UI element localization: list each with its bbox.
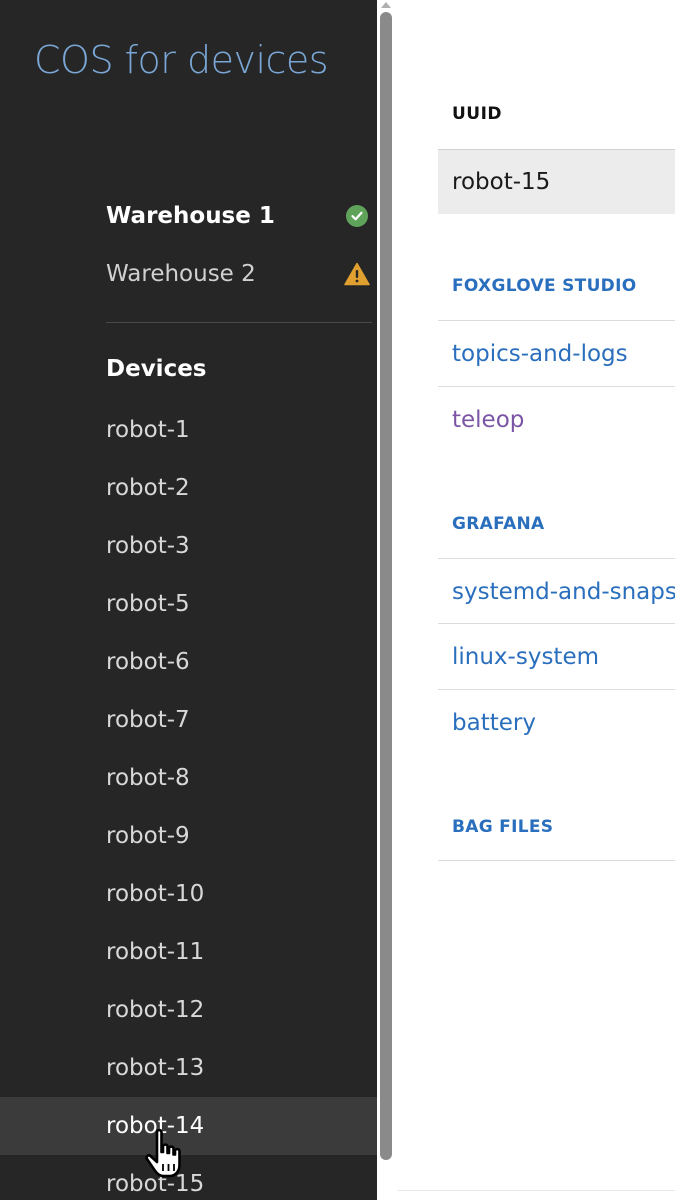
sidebar: COS for devices Warehouse 1 Warehouse 2 … bbox=[0, 0, 377, 1200]
sidebar-item-device[interactable]: robot-1 bbox=[0, 401, 377, 459]
sidebar-divider bbox=[106, 322, 372, 323]
link-linux-system[interactable]: linux-system bbox=[438, 624, 675, 689]
sidebar-item-device[interactable]: robot-9 bbox=[0, 807, 377, 865]
warehouse-item-2[interactable]: Warehouse 2 bbox=[106, 257, 372, 291]
scroll-up-arrow-icon[interactable] bbox=[381, 2, 391, 8]
link-battery[interactable]: battery bbox=[438, 690, 675, 755]
device-list: robot-1 robot-2 robot-3 robot-5 robot-6 robot… bbox=[0, 401, 377, 1200]
bag-files-heading: BAG FILES bbox=[452, 817, 554, 837]
scrollbar[interactable] bbox=[377, 0, 396, 1200]
sidebar-item-device[interactable]: robot-11 bbox=[0, 923, 377, 981]
warehouse-item-1[interactable]: Warehouse 1 bbox=[106, 199, 372, 233]
sidebar-item-device[interactable]: robot-12 bbox=[0, 981, 377, 1039]
app-title[interactable]: COS for devices bbox=[34, 38, 329, 82]
uuid-label: UUID bbox=[452, 104, 503, 124]
sidebar-item-device[interactable]: robot-7 bbox=[0, 691, 377, 749]
link-topics-and-logs[interactable]: topics-and-logs bbox=[438, 321, 675, 386]
warehouse-label: Warehouse 2 bbox=[106, 261, 256, 287]
link-systemd-and-snaps[interactable]: systemd-and-snaps bbox=[438, 559, 675, 624]
divider bbox=[438, 860, 675, 861]
sidebar-item-device[interactable]: robot-10 bbox=[0, 865, 377, 923]
devices-heading: Devices bbox=[106, 356, 207, 382]
foxglove-studio-heading: FOXGLOVE STUDIO bbox=[452, 276, 637, 296]
sidebar-item-device[interactable]: robot-5 bbox=[0, 575, 377, 633]
device-detail-panel: UUID robot-15 FOXGLOVE STUDIO topics-and… bbox=[438, 0, 675, 1200]
grafana-heading: GRAFANA bbox=[452, 514, 545, 534]
warning-icon bbox=[344, 262, 370, 286]
warehouse-label: Warehouse 1 bbox=[106, 203, 275, 229]
sidebar-item-device[interactable]: robot-6 bbox=[0, 633, 377, 691]
scrollbar-thumb[interactable] bbox=[380, 12, 392, 1160]
sidebar-item-device[interactable]: robot-3 bbox=[0, 517, 377, 575]
check-circle-icon bbox=[346, 205, 368, 227]
hand-pointer-cursor-icon bbox=[145, 1128, 181, 1178]
sidebar-item-device[interactable]: robot-13 bbox=[0, 1039, 377, 1097]
sidebar-item-device[interactable]: robot-8 bbox=[0, 749, 377, 807]
uuid-field[interactable]: robot-15 bbox=[438, 149, 675, 214]
link-teleop[interactable]: teleop bbox=[438, 387, 675, 452]
sidebar-item-device[interactable]: robot-2 bbox=[0, 459, 377, 517]
